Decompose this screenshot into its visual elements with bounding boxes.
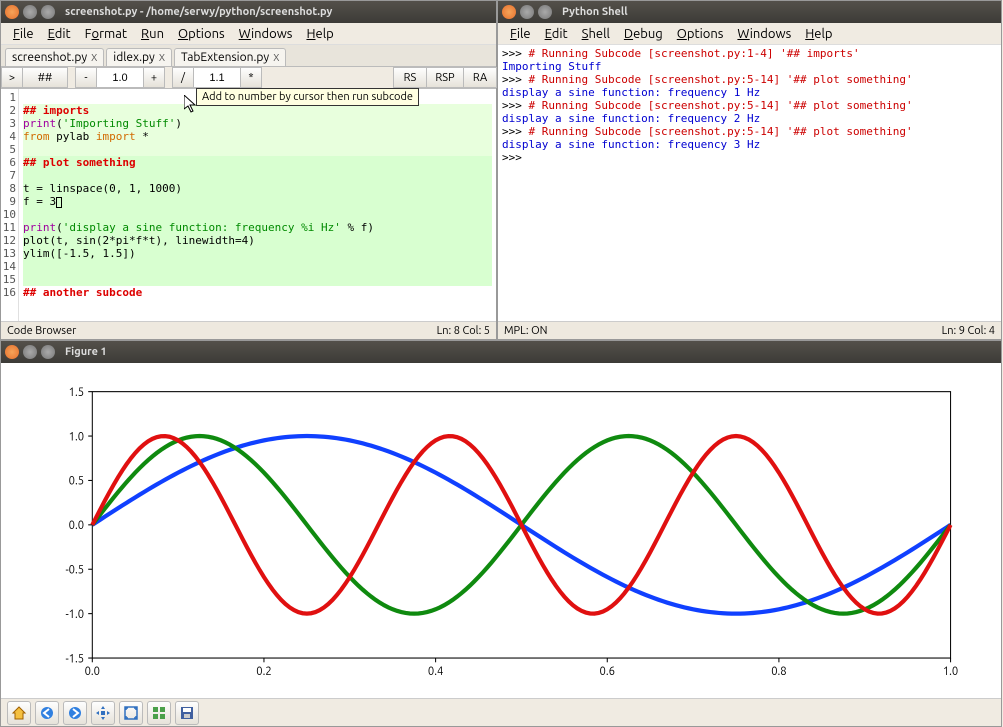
close-icon[interactable]: X xyxy=(273,52,279,63)
svg-text:-1.5: -1.5 xyxy=(65,652,84,665)
shell-window: Python Shell File Edit Shell Debug Optio… xyxy=(497,0,1002,340)
menu-debug[interactable]: Debug xyxy=(618,25,669,43)
menu-options[interactable]: Options xyxy=(172,25,231,43)
plot-area: 0.0 0.2 0.4 0.6 0.8 1.0 -1.5 -1.0 -0.5 0.0 0.5 1.0 1… xyxy=(1,363,1001,698)
svg-text:1.0: 1.0 xyxy=(943,665,958,678)
editor-statusbar: Code Browser Ln: 8 Col: 5 xyxy=(1,321,496,339)
svg-text:-0.5: -0.5 xyxy=(65,563,84,576)
editor-title: screenshot.py - /home/serwy/python/scree… xyxy=(65,6,332,18)
value-input[interactable] xyxy=(96,67,144,88)
window-close-icon[interactable] xyxy=(5,5,19,19)
pan-icon[interactable] xyxy=(91,701,115,725)
menu-shell[interactable]: Shell xyxy=(576,25,616,43)
status-right: Ln: 8 Col: 5 xyxy=(437,325,490,337)
plot-canvas[interactable]: 0.0 0.2 0.4 0.6 0.8 1.0 -1.5 -1.0 -0.5 0.0 0.5 1.0 1… xyxy=(31,381,971,690)
figure-window: Figure 1 0.00.20.40.60.81.0-1.5-1.0-0.50… xyxy=(0,340,1002,727)
rsp-button[interactable]: RSP xyxy=(426,67,464,88)
tab-screenshot[interactable]: screenshot.pyX xyxy=(5,48,104,66)
text-cursor xyxy=(56,197,62,208)
menu-format[interactable]: Format xyxy=(79,25,133,43)
window-close-icon[interactable] xyxy=(502,5,516,19)
menu-edit[interactable]: Edit xyxy=(539,25,574,43)
editor-tabs: screenshot.pyX idlex.pyX TabExtension.py… xyxy=(1,45,496,67)
editor-menubar: File Edit Format Run Options Windows Hel… xyxy=(1,23,496,45)
window-close-icon[interactable] xyxy=(5,345,19,359)
svg-text:1.0: 1.0 xyxy=(69,430,84,443)
back-icon[interactable] xyxy=(35,701,59,725)
svg-text:1.5: 1.5 xyxy=(69,386,84,399)
ra-button[interactable]: RA xyxy=(463,67,497,88)
menu-help[interactable]: Help xyxy=(300,25,339,43)
rs-button[interactable]: RS xyxy=(393,67,427,88)
menu-edit[interactable]: Edit xyxy=(42,25,77,43)
code-editor[interactable]: 12345678910111213141516 ## importsprint(… xyxy=(1,89,496,321)
svg-text:0.4: 0.4 xyxy=(428,665,443,678)
hash-button[interactable]: ## xyxy=(22,67,68,88)
code-content[interactable]: ## importsprint('Importing Stuff')from p… xyxy=(19,89,496,321)
forward-icon[interactable] xyxy=(63,701,87,725)
status-left: MPL: ON xyxy=(504,325,548,337)
svg-text:0.0: 0.0 xyxy=(69,519,84,532)
shell-titlebar[interactable]: Python Shell xyxy=(498,1,1001,23)
tab-idlex[interactable]: idlex.pyX xyxy=(106,48,172,66)
tab-tabextension[interactable]: TabExtension.pyX xyxy=(174,48,286,66)
menu-windows[interactable]: Windows xyxy=(731,25,797,43)
editor-titlebar[interactable]: screenshot.py - /home/serwy/python/scree… xyxy=(1,1,496,23)
menu-options[interactable]: Options xyxy=(671,25,730,43)
close-icon[interactable]: X xyxy=(91,52,97,63)
figure-toolbar xyxy=(1,698,1001,726)
window-minimize-icon[interactable] xyxy=(23,345,37,359)
home-icon[interactable] xyxy=(7,701,31,725)
mul-button[interactable]: * xyxy=(240,67,262,88)
svg-text:-1.0: -1.0 xyxy=(65,608,84,621)
window-maximize-icon[interactable] xyxy=(41,345,55,359)
minus-button[interactable]: - xyxy=(75,67,97,88)
save-icon[interactable] xyxy=(175,701,199,725)
window-maximize-icon[interactable] xyxy=(41,5,55,19)
menu-file[interactable]: File xyxy=(7,25,40,43)
menu-help[interactable]: Help xyxy=(799,25,838,43)
svg-text:0.2: 0.2 xyxy=(256,665,271,678)
svg-text:0.8: 0.8 xyxy=(771,665,786,678)
window-maximize-icon[interactable] xyxy=(538,5,552,19)
zoom-icon[interactable] xyxy=(119,701,143,725)
mul-value-input[interactable] xyxy=(193,67,241,88)
shell-statusbar: MPL: ON Ln: 9 Col: 4 xyxy=(498,321,1001,339)
svg-text:0.5: 0.5 xyxy=(69,475,84,488)
tooltip: Add to number by cursor then run subcode xyxy=(196,88,419,106)
subplots-icon[interactable] xyxy=(147,701,171,725)
menu-run[interactable]: Run xyxy=(135,25,170,43)
subcode-toolbar: > ## - + / * RS RSP RA Add to number by … xyxy=(1,67,496,89)
status-right: Ln: 9 Col: 4 xyxy=(942,325,995,337)
window-minimize-icon[interactable] xyxy=(23,5,37,19)
window-minimize-icon[interactable] xyxy=(520,5,534,19)
div-button[interactable]: / xyxy=(172,67,194,88)
shell-menubar: File Edit Shell Debug Options Windows He… xyxy=(498,23,1001,45)
figure-titlebar[interactable]: Figure 1 xyxy=(1,341,1001,363)
svg-text:0.6: 0.6 xyxy=(600,665,615,678)
plus-button[interactable]: + xyxy=(143,67,165,88)
menu-windows[interactable]: Windows xyxy=(233,25,299,43)
line-gutter: 12345678910111213141516 xyxy=(1,89,19,321)
shell-title: Python Shell xyxy=(562,6,628,18)
status-left: Code Browser xyxy=(7,325,76,337)
menu-file[interactable]: File xyxy=(504,25,537,43)
go-button[interactable]: > xyxy=(1,67,23,88)
figure-title: Figure 1 xyxy=(65,346,107,358)
editor-window: screenshot.py - /home/serwy/python/scree… xyxy=(0,0,497,340)
shell-output[interactable]: >>> # Running Subcode [screenshot.py:1-4… xyxy=(498,45,1001,321)
close-icon[interactable]: X xyxy=(159,52,165,63)
svg-text:0.0: 0.0 xyxy=(85,665,100,678)
